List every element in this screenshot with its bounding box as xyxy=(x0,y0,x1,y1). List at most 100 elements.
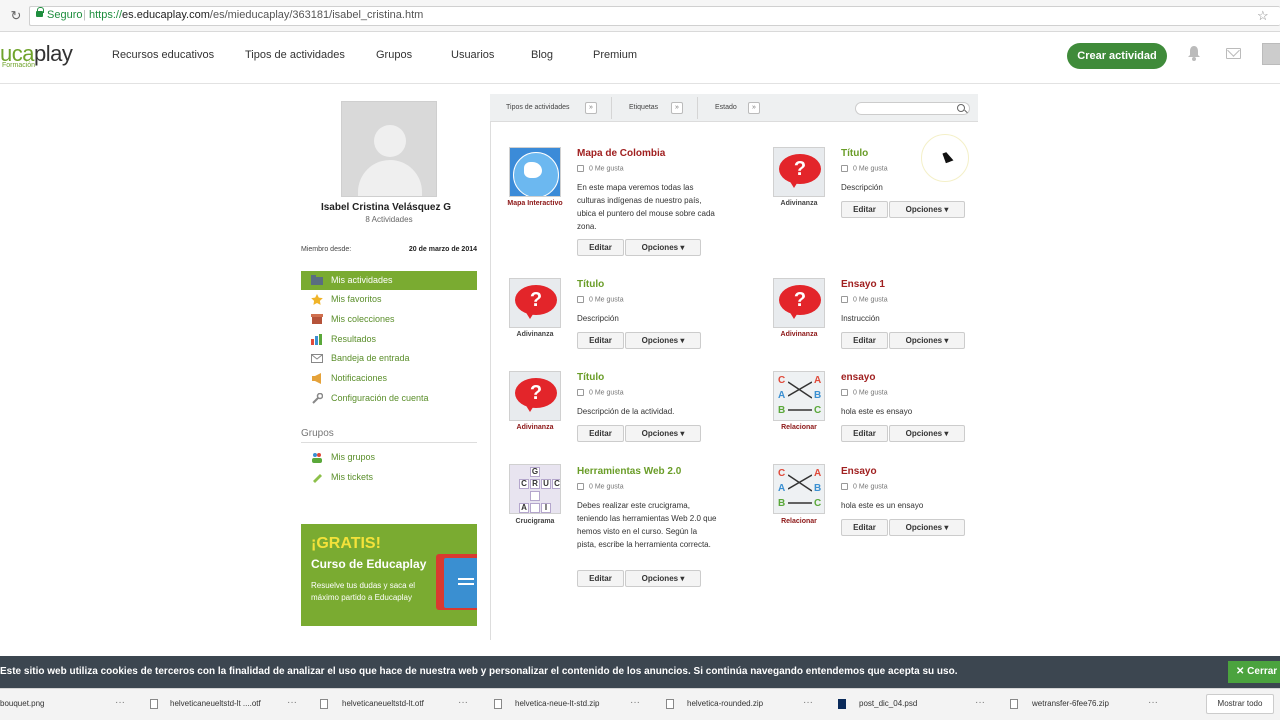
options-button[interactable]: Opciones ▾ xyxy=(625,570,701,587)
activity-title[interactable]: Título xyxy=(577,372,604,383)
download-item[interactable]: helvetica-neue-lt-std.zip xyxy=(515,699,599,708)
edit-button[interactable]: Editar xyxy=(841,332,888,349)
likes-count: 0 Me gusta xyxy=(589,165,624,173)
filter-types-label[interactable]: Tipos de actividades xyxy=(506,104,570,111)
create-activity-button[interactable]: Crear actividad xyxy=(1067,43,1167,69)
activity-thumbnail-riddle[interactable]: ? xyxy=(773,147,825,197)
edit-button[interactable]: Editar xyxy=(577,570,624,587)
activity-title[interactable]: Ensayo xyxy=(841,466,877,477)
options-button[interactable]: Opciones ▾ xyxy=(625,425,701,442)
filter-state-label[interactable]: Estado xyxy=(715,104,737,111)
edit-button[interactable]: Editar xyxy=(577,239,624,256)
edit-button[interactable]: Editar xyxy=(577,332,624,349)
sidebar-item-bandeja[interactable]: Bandeja de entrada xyxy=(301,349,477,368)
box-icon xyxy=(311,314,323,324)
activity-type-label: Adivinanza xyxy=(516,331,554,338)
activity-title[interactable]: Herramientas Web 2.0 xyxy=(577,466,681,477)
download-item[interactable]: helveticaneueltstd-lt ....otf xyxy=(170,699,261,708)
sidebar-item-label: Notificaciones xyxy=(331,373,388,383)
activity-thumbnail-map[interactable] xyxy=(509,147,561,197)
download-item[interactable]: bouquet.png xyxy=(0,699,45,708)
logo-part-b: play xyxy=(33,41,73,66)
filter-tags-dropdown-icon[interactable]: » xyxy=(671,102,683,114)
sidebar-item-mis-colecciones[interactable]: Mis colecciones xyxy=(301,310,477,329)
edit-button[interactable]: Editar xyxy=(841,519,888,536)
sidebar-item-configuracion[interactable]: Configuración de cuenta xyxy=(301,389,477,408)
options-label: Opciones xyxy=(641,243,679,252)
nav-usuarios[interactable]: Usuarios xyxy=(451,49,494,61)
download-menu-icon[interactable]: ··· xyxy=(975,697,985,708)
sidebar-item-notificaciones[interactable]: Notificaciones xyxy=(301,369,477,388)
options-label: Opciones xyxy=(905,205,943,214)
url-host: es.educaplay.com xyxy=(122,9,210,21)
options-label: Opciones xyxy=(641,336,679,345)
activity-thumbnail-riddle[interactable]: ? xyxy=(509,371,561,421)
options-button[interactable]: Opciones ▾ xyxy=(889,201,965,218)
activity-likes: 0 Me gusta xyxy=(577,165,624,172)
reload-icon[interactable]: ↻ xyxy=(8,8,24,24)
nav-recursos[interactable]: Recursos educativos xyxy=(112,49,214,61)
edit-button[interactable]: Editar xyxy=(841,201,888,218)
filter-types-dropdown-icon[interactable]: » xyxy=(585,102,597,114)
sidebar-item-mis-tickets[interactable]: Mis tickets xyxy=(301,468,477,487)
download-menu-icon[interactable]: ··· xyxy=(115,697,125,708)
filter-tags-label[interactable]: Etiquetas xyxy=(629,104,658,111)
sidebar-item-label: Mis grupos xyxy=(331,452,376,462)
options-button[interactable]: Opciones ▾ xyxy=(625,332,701,349)
lock-icon xyxy=(36,7,44,17)
filter-state-dropdown-icon[interactable]: » xyxy=(748,102,760,114)
search-icon[interactable] xyxy=(957,104,965,112)
bell-icon[interactable] xyxy=(1187,45,1201,61)
options-button[interactable]: Opciones ▾ xyxy=(889,332,965,349)
download-item[interactable]: post_dic_04.psd xyxy=(859,699,917,708)
sidebar-item-resultados[interactable]: Resultados xyxy=(301,330,477,349)
activity-thumbnail-riddle[interactable]: ? xyxy=(773,278,825,328)
download-item[interactable]: helvetica-rounded.zip xyxy=(687,699,763,708)
bookmark-star-icon[interactable]: ☆ xyxy=(1257,8,1269,24)
cookie-close-button[interactable]: ✕ Cerrar xyxy=(1228,661,1280,683)
download-menu-icon[interactable]: ··· xyxy=(1148,697,1158,708)
url-text[interactable]: https://es.educaplay.com/es/mieducaplay/… xyxy=(89,9,423,21)
options-button[interactable]: Opciones ▾ xyxy=(889,519,965,536)
nav-premium[interactable]: Premium xyxy=(593,49,637,61)
sidebar-item-mis-actividades[interactable]: Mis actividades xyxy=(301,271,477,290)
thumb-up-icon xyxy=(577,483,584,490)
download-menu-icon[interactable]: ··· xyxy=(630,697,640,708)
activity-title[interactable]: ensayo xyxy=(841,372,875,383)
activity-title[interactable]: Título xyxy=(841,148,868,159)
show-all-downloads-button[interactable]: Mostrar todo xyxy=(1206,694,1274,714)
options-button[interactable]: Opciones ▾ xyxy=(889,425,965,442)
download-menu-icon[interactable]: ··· xyxy=(287,697,297,708)
sidebar-item-mis-grupos[interactable]: Mis grupos xyxy=(301,448,477,467)
downloads-bar: bouquet.png ··· helveticaneueltstd-lt ..… xyxy=(0,688,1280,720)
activity-title[interactable]: Título xyxy=(577,279,604,290)
activity-description: Descripción de la actividad. xyxy=(577,407,675,416)
thumb-up-icon xyxy=(577,296,584,303)
edit-button[interactable]: Editar xyxy=(577,425,624,442)
profile-activity-count: 8 Actividades xyxy=(365,215,413,224)
download-menu-icon[interactable]: ··· xyxy=(458,697,468,708)
likes-count: 0 Me gusta xyxy=(853,165,888,173)
activity-title[interactable]: Ensayo 1 xyxy=(841,279,885,290)
download-item[interactable]: wetransfer-6fee76.zip xyxy=(1032,699,1109,708)
activity-description: hola este es ensayo xyxy=(841,407,913,416)
activity-title[interactable]: Mapa de Colombia xyxy=(577,148,665,159)
promo-banner[interactable]: ¡GRATIS! Curso de Educaplay Resuelve tus… xyxy=(301,524,477,626)
nav-blog[interactable]: Blog xyxy=(531,49,553,61)
mail-icon[interactable] xyxy=(1226,48,1241,59)
activity-thumbnail-match[interactable]: CAB ABC xyxy=(773,464,825,514)
activity-thumbnail-riddle[interactable]: ? xyxy=(509,278,561,328)
activity-thumbnail-crossword[interactable]: G CRUC AI xyxy=(509,464,561,514)
download-item[interactable]: helveticaneueltstd-lt.otf xyxy=(342,699,424,708)
user-avatar[interactable] xyxy=(1262,43,1280,65)
sidebar-item-mis-favoritos[interactable]: Mis favoritos xyxy=(301,290,477,309)
options-button[interactable]: Opciones ▾ xyxy=(625,239,701,256)
nav-tipos[interactable]: Tipos de actividades xyxy=(245,49,345,61)
nav-grupos[interactable]: Grupos xyxy=(376,49,412,61)
edit-button[interactable]: Editar xyxy=(841,425,888,442)
thumb-up-icon xyxy=(841,483,848,490)
search-input[interactable] xyxy=(855,102,970,115)
download-menu-icon[interactable]: ··· xyxy=(803,697,813,708)
url-scheme: https:// xyxy=(89,9,123,21)
activity-thumbnail-match[interactable]: CAB ABC xyxy=(773,371,825,421)
